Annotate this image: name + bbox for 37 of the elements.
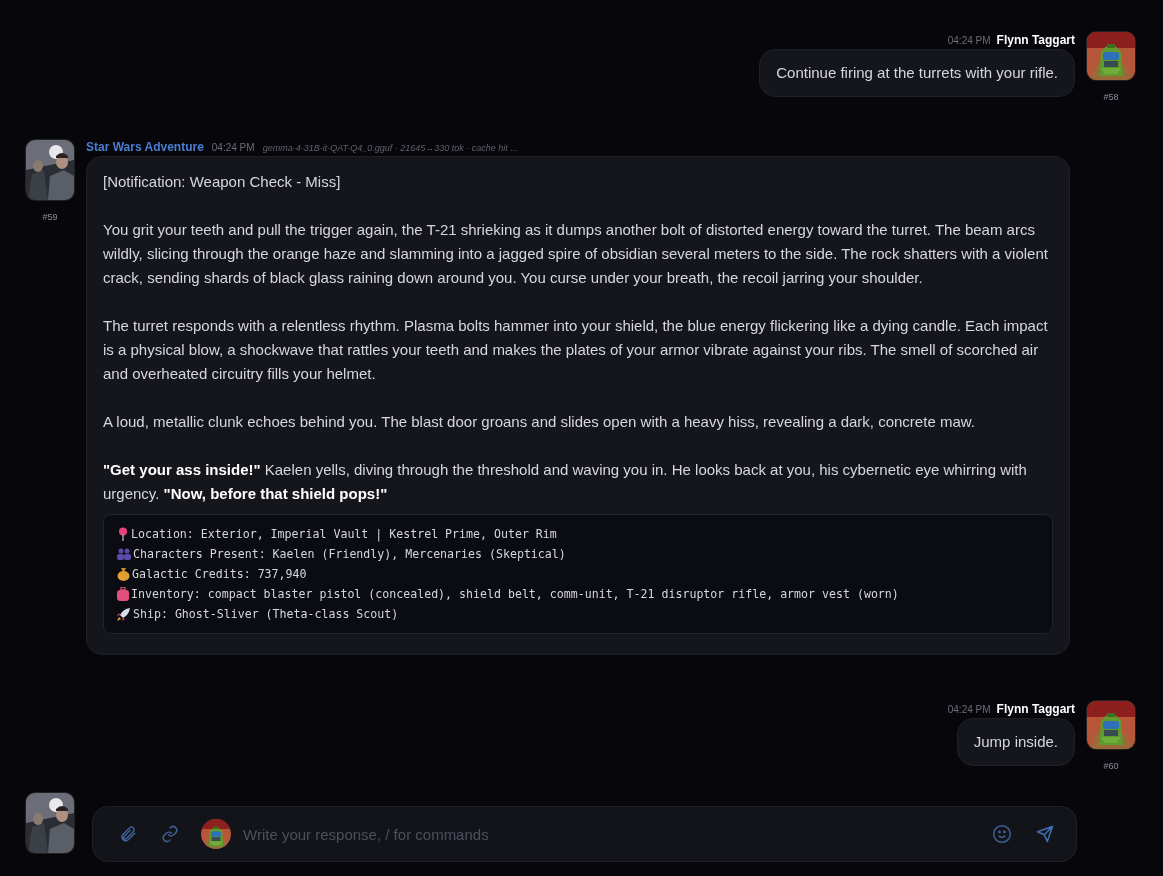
link-button[interactable] — [161, 825, 179, 843]
status-line: Location: Exterior, Imperial Vault | Kestrel Prime, Outer Rim — [131, 526, 557, 544]
message-text: The turret responds with a relentless rhythm. Plasma bolts hammer into your shield, the blue energy flickering like a dying candle. Each impact is a physical blow, a shockwave that rattles your teeth and makes the plates of your armor vibrate against your ribs. The smell of scorched air and overheated circuitry fills your helmet. — [103, 316, 1049, 384]
message-text: Jump inside. — [973, 732, 1058, 752]
message-number: #58 — [1103, 92, 1119, 102]
message-time: 04:24 PM — [947, 35, 991, 46]
link-icon — [161, 825, 179, 843]
message-text: [Notification: Weapon Check - Miss] — [103, 172, 342, 192]
author-name: Flynn Taggart — [996, 702, 1075, 716]
attach-button[interactable] — [119, 825, 137, 843]
message-time: 04:24 PM — [947, 704, 991, 715]
pin-icon — [117, 527, 129, 541]
send-button[interactable] — [1036, 825, 1054, 843]
send-icon — [1036, 825, 1054, 843]
emoji-button[interactable] — [992, 824, 1012, 844]
money-bag-icon — [117, 567, 130, 581]
message-text: A loud, metallic clunk echoes behind you. The blast door groans and slides open with a heavy hiss, revealing a dark, concrete maw. — [103, 412, 976, 432]
rocket-icon — [117, 607, 131, 621]
message-number: #60 — [1103, 761, 1119, 771]
model-info: gemma-4-31B-it-QAT-Q4_0.gguf · 21645→330 tok · cache hit ... — [262, 143, 518, 153]
people-icon — [117, 548, 131, 560]
author-name: Flynn Taggart — [996, 33, 1075, 47]
status-line: Inventory: compact blaster pistol (concealed), shield belt, comm-unit, T-21 disruptor rifle, armor vest (worn) — [131, 586, 899, 603]
message-number: #59 — [42, 212, 58, 222]
status-line: Characters Present: Kaelen (Friendly), Mercenaries (Skeptical) — [133, 546, 566, 563]
backpack-icon — [117, 587, 129, 601]
composer-field[interactable]: Write your response, / for commands — [92, 806, 1077, 862]
status-line: Ship: Ghost-Sliver (Theta-class Scout) — [133, 606, 399, 623]
author-name: Star Wars Adventure — [86, 140, 204, 154]
message-text: Continue firing at the turrets with your rifle. — [776, 63, 1058, 83]
smiley-icon — [992, 824, 1012, 844]
message-time: 04:24 PM — [211, 142, 255, 153]
paperclip-icon — [119, 825, 137, 843]
message-input[interactable]: Write your response, / for commands — [241, 818, 992, 850]
status-line: Galactic Credits: 737,940 — [132, 566, 307, 583]
message-text: You grit your teeth and pull the trigger again, the T-21 shrieking as it dumps another bolt of distorted energy toward the turret. The beam arcs wildly, slicing through the orange haze and slamming into a jagged spire of obsidian several meters to the side. The rock shatters with a violent crack, sending shards of black glass raining down around you. You curse under your breath, the recoil jarring your shoulder. — [103, 220, 1049, 288]
message-text: "Get your ass inside!" Kaelen yells, diving through the threshold and waving you in. He looks back at you, his cybernetic eye whirring with urgency. "Now, before that shield pops!" — [103, 460, 1028, 504]
